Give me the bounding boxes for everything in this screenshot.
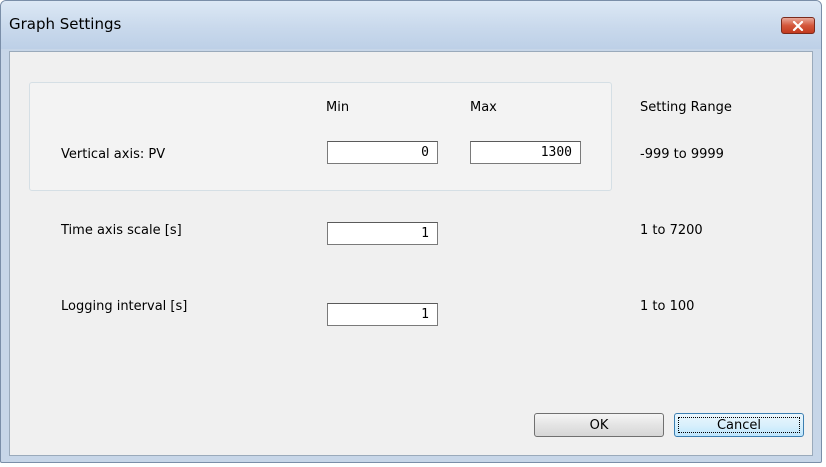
setting-range-header: Setting Range bbox=[640, 100, 732, 115]
vertical-axis-range: -999 to 9999 bbox=[640, 147, 724, 162]
min-column-header: Min bbox=[326, 100, 350, 115]
time-axis-scale-range: 1 to 7200 bbox=[640, 223, 703, 238]
time-axis-scale-label: Time axis scale [s] bbox=[61, 223, 182, 238]
dialog-body: Min Max Setting Range Vertical axis: PV … bbox=[9, 51, 813, 456]
cancel-button[interactable]: Cancel bbox=[674, 413, 804, 437]
logging-interval-range: 1 to 100 bbox=[640, 299, 695, 314]
title-bar[interactable]: Graph Settings bbox=[1, 1, 821, 49]
vertical-axis-group bbox=[29, 82, 612, 191]
max-column-header: Max bbox=[470, 100, 497, 115]
vertical-axis-max-input[interactable] bbox=[470, 141, 581, 164]
logging-interval-label: Logging interval [s] bbox=[61, 299, 188, 314]
ok-button-label: OK bbox=[589, 417, 609, 433]
vertical-axis-min-input[interactable] bbox=[327, 141, 438, 164]
vertical-axis-label: Vertical axis: PV bbox=[61, 147, 166, 162]
time-axis-scale-input[interactable] bbox=[327, 222, 438, 245]
cancel-button-label: Cancel bbox=[716, 417, 762, 433]
ok-button[interactable]: OK bbox=[534, 413, 664, 437]
close-button[interactable] bbox=[781, 17, 815, 34]
graph-settings-dialog: Graph Settings Min Max Setting Range Ver… bbox=[0, 0, 822, 463]
logging-interval-input[interactable] bbox=[327, 303, 438, 326]
window-title: Graph Settings bbox=[9, 15, 122, 33]
close-icon bbox=[792, 20, 804, 31]
